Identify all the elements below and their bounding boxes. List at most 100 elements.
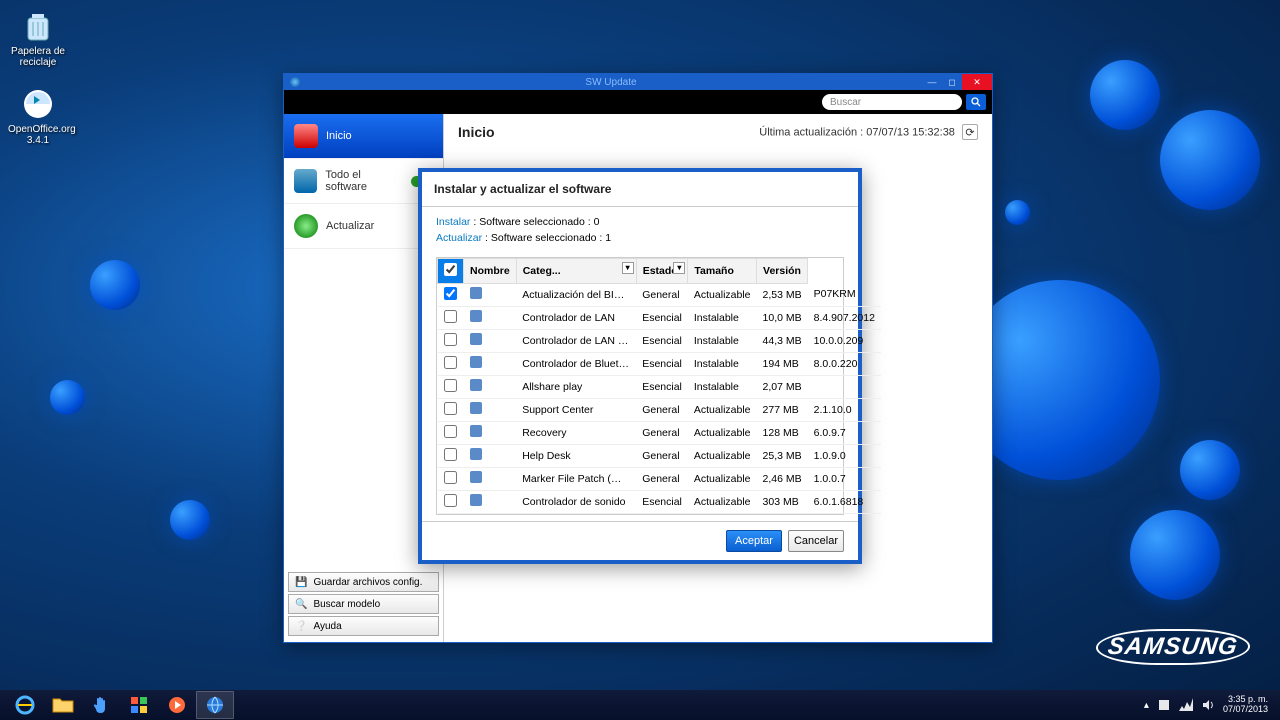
cancel-button[interactable]: Cancelar xyxy=(788,530,844,552)
table-row[interactable]: Support CenterGeneralActualizable277 MB2… xyxy=(438,398,881,421)
taskbar-explorer[interactable] xyxy=(44,691,82,719)
taskbar-app1[interactable] xyxy=(82,691,120,719)
cell-version: 8.0.0.220 xyxy=(808,352,881,375)
accept-button[interactable]: Aceptar xyxy=(726,530,782,552)
header-version[interactable]: Versión xyxy=(757,258,808,283)
row-checkbox[interactable] xyxy=(444,402,457,415)
sidebar-item-inicio[interactable]: Inicio xyxy=(284,114,443,159)
cell-version: 8.4.907.2012 xyxy=(808,306,881,329)
folder-icon xyxy=(52,696,74,714)
save-config-button[interactable]: 💾Guardar archivos config. xyxy=(288,572,439,592)
table-row[interactable]: Marker File Patch (Win8)1.0.0.7GeneralAc… xyxy=(438,467,881,490)
top-toolbar: Buscar xyxy=(284,90,992,114)
table-row[interactable]: Actualización del BIOS del sis...General… xyxy=(438,283,881,306)
row-checkbox[interactable] xyxy=(444,425,457,438)
cell-state: Actualizable xyxy=(688,421,757,444)
cell-size: 303 MB xyxy=(757,490,808,513)
titlebar[interactable]: SW Update — ◻ ✕ xyxy=(284,74,992,90)
cell-name: Actualización del BIOS del sis... xyxy=(516,283,636,306)
search-button[interactable] xyxy=(966,94,986,110)
table-row[interactable]: Controlador de BluetoothEsencialInstalab… xyxy=(438,352,881,375)
recycle-bin-icon[interactable]: Papelera de reciclaje xyxy=(8,8,68,68)
taskbar[interactable]: ▴ 3:35 p. m. 07/07/2013 xyxy=(0,690,1280,720)
row-checkbox[interactable] xyxy=(444,494,457,507)
header-category[interactable]: Categ...▾ xyxy=(516,258,636,283)
table-row[interactable]: Allshare playEsencialInstalable2,07 MB xyxy=(438,375,881,398)
header-select-all[interactable] xyxy=(438,258,464,283)
cell-category: Esencial xyxy=(636,329,688,352)
chevron-down-icon[interactable]: ▾ xyxy=(673,262,685,274)
chevron-down-icon[interactable]: ▾ xyxy=(622,262,634,274)
row-icon xyxy=(470,356,482,368)
volume-icon[interactable] xyxy=(1201,698,1215,712)
table-row[interactable]: Controlador de LAN inalámb...EsencialIns… xyxy=(438,329,881,352)
cell-version: P07KRM xyxy=(808,283,881,306)
cell-name: Allshare play xyxy=(516,375,636,398)
clock-date: 07/07/2013 xyxy=(1223,705,1268,715)
taskbar-app2[interactable] xyxy=(120,691,158,719)
system-tray[interactable]: ▴ 3:35 p. m. 07/07/2013 xyxy=(1144,695,1274,715)
cell-version: 6.0.9.7 xyxy=(808,421,881,444)
taskbar-sw-update[interactable] xyxy=(196,691,234,719)
decorative-bubble xyxy=(1130,510,1220,600)
cell-name: Controlador de Bluetooth xyxy=(516,352,636,375)
ie-icon xyxy=(14,694,36,716)
cell-name: Support Center xyxy=(516,398,636,421)
software-icon xyxy=(294,169,317,193)
samsung-logo: SAMSUNG xyxy=(1096,629,1250,665)
openoffice-icon[interactable]: OpenOffice.org 3.4.1 xyxy=(8,86,68,146)
cell-size: 2,46 MB xyxy=(757,467,808,490)
search-input[interactable]: Buscar xyxy=(822,94,962,110)
table-row[interactable]: Controlador de sonidoEsencialActualizabl… xyxy=(438,490,881,513)
cell-size: 25,3 MB xyxy=(757,444,808,467)
squares-icon xyxy=(129,695,149,715)
cell-category: General xyxy=(636,444,688,467)
cell-name: Marker File Patch (Win8)1.0.0.7 xyxy=(516,467,636,490)
maximize-button[interactable]: ◻ xyxy=(942,74,962,90)
row-checkbox[interactable] xyxy=(444,379,457,392)
button-label: Buscar modelo xyxy=(313,599,380,610)
app-icon xyxy=(20,86,56,122)
update-label: Actualizar xyxy=(436,232,482,244)
help-button[interactable]: ❔Ayuda xyxy=(288,616,439,636)
find-model-button[interactable]: 🔍Buscar modelo xyxy=(288,594,439,614)
row-icon xyxy=(470,448,482,460)
update-icon xyxy=(294,214,318,238)
table-row[interactable]: Help DeskGeneralActualizable25,3 MB1.0.9… xyxy=(438,444,881,467)
header-size[interactable]: Tamaño xyxy=(688,258,757,283)
table-row[interactable]: RecoveryGeneralActualizable128 MB6.0.9.7 xyxy=(438,421,881,444)
cell-version: 10.0.0.209 xyxy=(808,329,881,352)
table-row[interactable]: Controlador de LANEsencialInstalable10,0… xyxy=(438,306,881,329)
button-label: Guardar archivos config. xyxy=(313,577,422,588)
cell-state: Instalable xyxy=(688,375,757,398)
cell-name: Help Desk xyxy=(516,444,636,467)
header-state[interactable]: Estado▾ xyxy=(636,258,688,283)
row-icon xyxy=(470,494,482,506)
openoffice-label: OpenOffice.org 3.4.1 xyxy=(8,124,76,146)
decorative-bubble xyxy=(1160,110,1260,210)
row-icon xyxy=(470,379,482,391)
close-button[interactable]: ✕ xyxy=(962,74,992,90)
home-icon xyxy=(294,124,318,148)
taskbar-app3[interactable] xyxy=(158,691,196,719)
row-checkbox[interactable] xyxy=(444,448,457,461)
cell-size: 44,3 MB xyxy=(757,329,808,352)
clock[interactable]: 3:35 p. m. 07/07/2013 xyxy=(1223,695,1268,715)
row-checkbox[interactable] xyxy=(444,471,457,484)
refresh-button[interactable]: ⟳ xyxy=(962,124,978,140)
row-checkbox[interactable] xyxy=(444,356,457,369)
taskbar-ie[interactable] xyxy=(6,691,44,719)
row-checkbox[interactable] xyxy=(444,287,457,300)
cell-state: Actualizable xyxy=(688,398,757,421)
flag-icon[interactable] xyxy=(1157,698,1171,712)
row-checkbox[interactable] xyxy=(444,310,457,323)
software-table: Nombre Categ...▾ Estado▾ Tamaño Versión … xyxy=(436,257,844,515)
network-icon[interactable] xyxy=(1179,698,1193,712)
minimize-button[interactable]: — xyxy=(922,74,942,90)
page-title: Inicio xyxy=(458,124,495,140)
cell-name: Controlador de LAN inalámb... xyxy=(516,329,636,352)
row-checkbox[interactable] xyxy=(444,333,457,346)
tray-chevron-icon[interactable]: ▴ xyxy=(1144,700,1149,711)
header-name[interactable]: Nombre xyxy=(464,258,517,283)
decorative-bubble xyxy=(50,380,85,415)
